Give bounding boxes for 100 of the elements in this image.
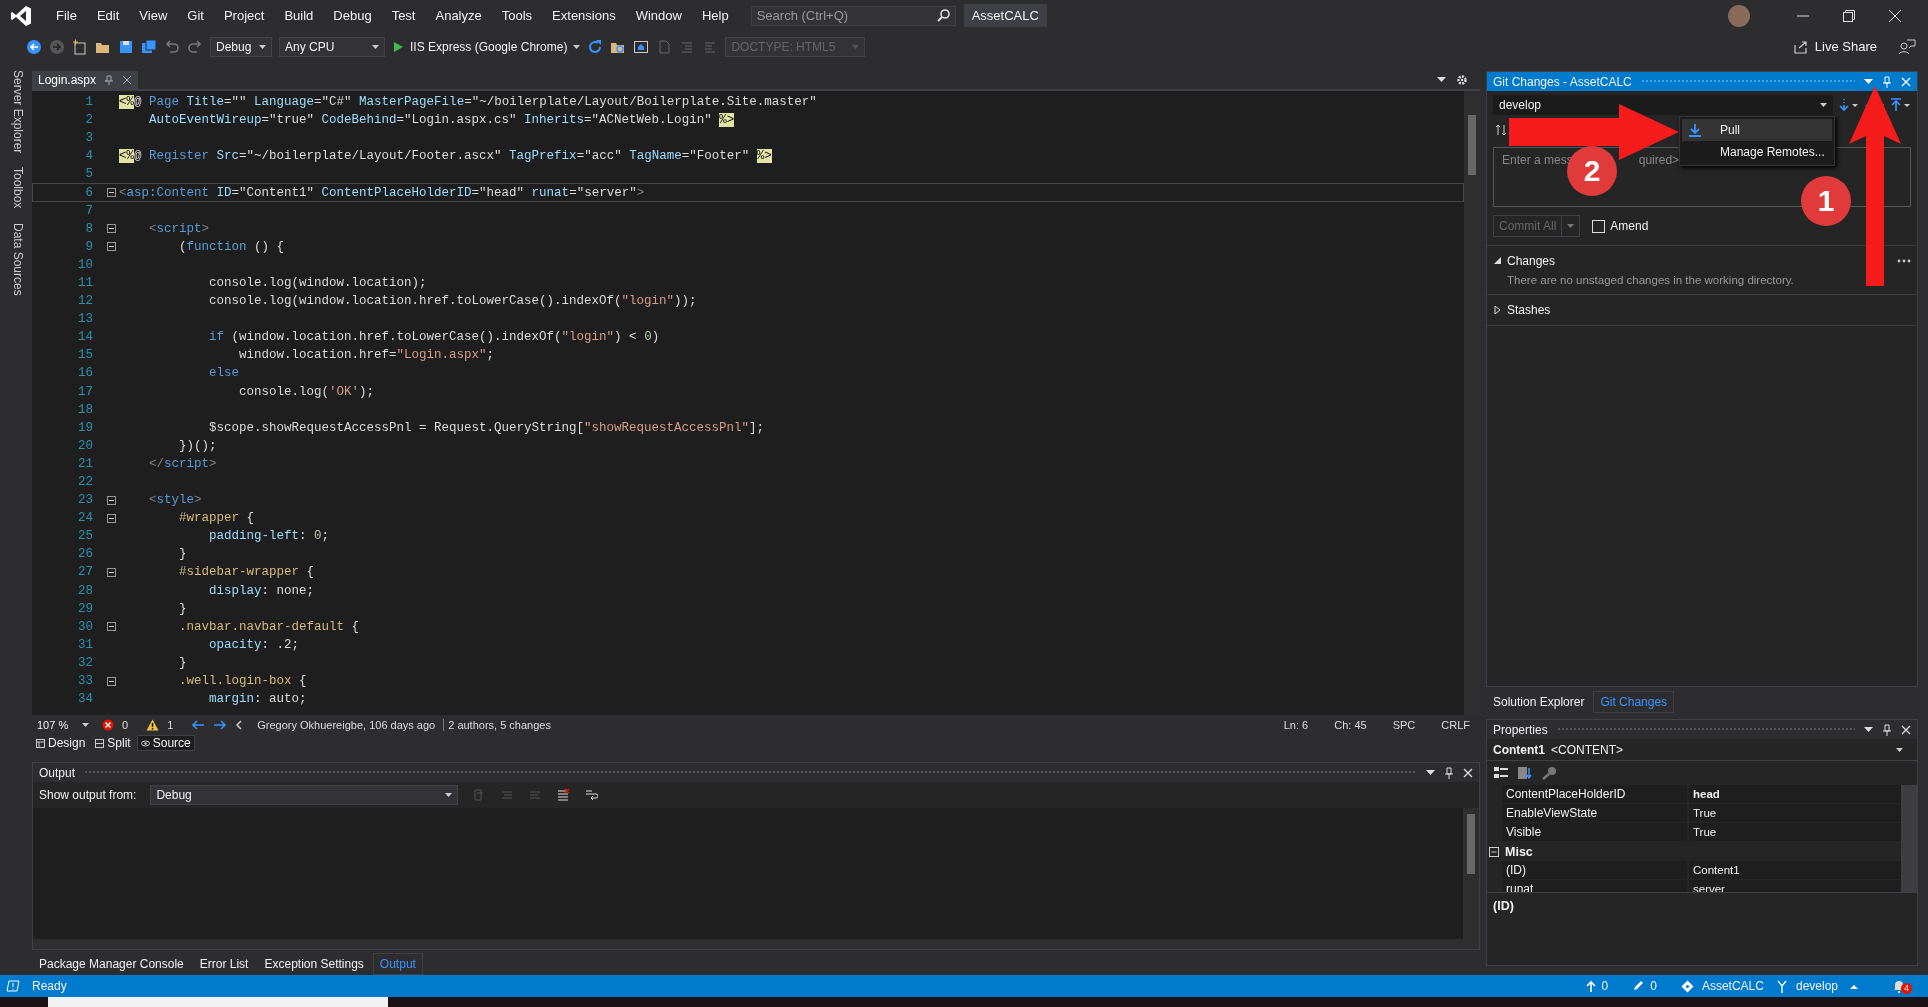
word-wrap-icon[interactable]	[584, 788, 599, 802]
more-icon[interactable]	[1897, 259, 1911, 263]
section-header[interactable]: Changes	[1507, 254, 1556, 268]
property-value[interactable]: True	[1689, 823, 1901, 841]
app-logo-icon[interactable]	[10, 4, 32, 27]
pencil-icon[interactable]	[1632, 980, 1645, 992]
fetch-icon[interactable]	[1839, 98, 1859, 112]
caret-icon[interactable]	[372, 44, 379, 49]
panel-tab[interactable]: Exception Settings	[257, 953, 371, 975]
error-count[interactable]: 0	[122, 718, 129, 731]
save-icon[interactable]	[118, 38, 134, 55]
restore-icon[interactable]	[1842, 8, 1856, 23]
sync-icon[interactable]	[1495, 124, 1507, 136]
caret-icon[interactable]	[1820, 103, 1827, 107]
menu-item[interactable]: Git	[177, 5, 214, 26]
collapse-icon[interactable]	[106, 242, 116, 252]
platform-dropdown[interactable]: Any CPU	[279, 36, 385, 57]
new-project-icon[interactable]	[72, 38, 88, 55]
menu-item[interactable]: Project	[213, 5, 275, 26]
menu-item[interactable]: Analyze	[425, 5, 492, 26]
repository-name[interactable]: AssetCALC	[1701, 979, 1764, 993]
side-tab[interactable]: Data Sources	[3, 220, 25, 298]
menu-item[interactable]: Debug	[323, 5, 382, 26]
caret-icon[interactable]	[259, 44, 266, 49]
property-value[interactable]: Content1	[1689, 861, 1901, 879]
collapse-icon[interactable]	[106, 188, 116, 197]
whitespace-mode[interactable]: SPC	[1392, 718, 1416, 731]
expanded-icon[interactable]	[1493, 256, 1502, 266]
menu-item[interactable]: View	[129, 5, 178, 26]
feedback-icon[interactable]	[1898, 37, 1916, 56]
collapse-icon[interactable]	[1489, 846, 1499, 857]
notifications-button[interactable]: 4	[1892, 977, 1914, 995]
unpushed-count[interactable]: 0	[1601, 979, 1609, 993]
menu-item[interactable]: Window	[625, 5, 692, 26]
menu-item[interactable]: Edit	[86, 5, 130, 26]
menu-item[interactable]: Help	[691, 5, 739, 26]
changes-count[interactable]: 0	[1650, 979, 1657, 993]
output-source-dropdown[interactable]: Debug	[150, 785, 459, 805]
menu-item[interactable]: Pull	[1682, 119, 1832, 141]
property-value[interactable]: True	[1689, 804, 1901, 822]
menu-item[interactable]: Test	[381, 5, 426, 26]
close-icon[interactable]	[122, 75, 133, 85]
horizontal-scrollbar[interactable]	[33, 939, 1479, 949]
menu-item[interactable]: Extensions	[542, 5, 626, 26]
caret-icon[interactable]	[445, 793, 453, 797]
side-tab[interactable]: Toolbox	[3, 165, 25, 211]
menu-item[interactable]: Build	[274, 5, 324, 26]
collapse-icon[interactable]	[106, 224, 116, 234]
back-icon[interactable]	[26, 38, 42, 55]
line-ending[interactable]: CRLF	[1441, 718, 1470, 731]
section-header[interactable]: Stashes	[1507, 303, 1551, 317]
panel-tab[interactable]: Git Changes	[1593, 691, 1675, 713]
menu-item[interactable]: Tools	[491, 5, 543, 26]
scrollbar[interactable]	[1463, 808, 1479, 939]
view-tab[interactable]: Design	[32, 735, 90, 751]
key-icon[interactable]	[1541, 766, 1557, 780]
categorized-icon[interactable]	[1493, 766, 1509, 780]
repository-icon[interactable]	[1680, 979, 1694, 993]
save-all-icon[interactable]	[141, 38, 157, 55]
panel-tab[interactable]: Package Manager Console	[32, 953, 191, 975]
search-field[interactable]: Search (Ctrl+Q)	[750, 5, 956, 26]
document-tab[interactable]: Login.aspx	[32, 71, 139, 89]
run-button[interactable]: IIS Express (Google Chrome)	[392, 39, 581, 54]
dropdown-icon[interactable]	[1864, 726, 1873, 733]
panel-tab[interactable]: Solution Explorer	[1486, 691, 1592, 713]
live-share-button[interactable]: Live Share	[1792, 38, 1877, 55]
amend-checkbox[interactable]: Amend	[1592, 219, 1649, 233]
collapsed-icon[interactable]	[1493, 305, 1502, 315]
property-value[interactable]: head	[1689, 785, 1901, 803]
caret-icon[interactable]	[1896, 747, 1903, 752]
panel-tab[interactable]: Error List	[192, 953, 256, 975]
browser-icon[interactable]	[633, 38, 650, 55]
alphabetical-icon[interactable]	[1517, 766, 1533, 780]
panel-tab[interactable]: Output	[372, 953, 423, 975]
authors-info[interactable]: 2 authors, 5 changes	[443, 718, 551, 731]
side-tab[interactable]: Server Explorer	[3, 68, 25, 156]
refresh-icon[interactable]	[587, 38, 604, 55]
undo-icon[interactable]	[164, 38, 180, 55]
avatar[interactable]	[1728, 4, 1750, 27]
clear-all-icon[interactable]	[556, 788, 571, 802]
collapse-icon[interactable]	[106, 676, 116, 686]
warning-count[interactable]: 1	[167, 718, 174, 731]
property-name[interactable]: Visible	[1502, 823, 1689, 841]
output-status-icon[interactable]	[6, 980, 20, 992]
branch-name[interactable]: develop	[1795, 979, 1838, 993]
collapse-icon[interactable]	[106, 495, 116, 505]
dropdown-icon[interactable]	[1426, 769, 1435, 776]
menu-item[interactable]: File	[46, 5, 87, 26]
collapse-icon[interactable]	[106, 568, 116, 577]
scrollbar[interactable]	[1901, 785, 1917, 892]
column-position[interactable]: Ch: 45	[1334, 718, 1367, 731]
previous-icon[interactable]	[191, 718, 206, 731]
caret-icon[interactable]	[573, 44, 581, 49]
object-selector[interactable]: Content1 <CONTENT>	[1487, 739, 1917, 761]
configuration-dropdown[interactable]: Debug	[210, 36, 272, 57]
next-icon[interactable]	[213, 718, 228, 731]
push-icon[interactable]	[1585, 980, 1596, 992]
view-tab[interactable]: Source	[136, 735, 195, 751]
collapse-icon[interactable]	[106, 513, 116, 523]
view-tab[interactable]: Split	[91, 735, 135, 751]
